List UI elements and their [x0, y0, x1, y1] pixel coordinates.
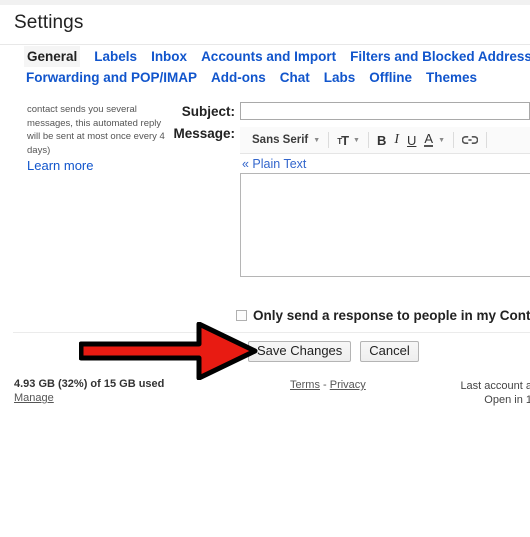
text-color-dropdown[interactable]: A ▼ [420, 130, 449, 150]
font-family-value: Sans Serif [252, 134, 309, 146]
vacation-responder-form: Subject: Message: Sans Serif ▼ TT ▼ B I … [167, 102, 530, 277]
contacts-only-label: Only send a response to people in my Con… [253, 308, 530, 323]
font-family-dropdown[interactable]: Sans Serif ▼ [248, 130, 324, 150]
bold-icon: B [376, 132, 387, 148]
subject-row: Subject: [167, 102, 530, 124]
italic-icon: I [394, 132, 400, 147]
last-account-line-2: Open in 1 [484, 394, 530, 406]
message-editor: Sans Serif ▼ TT ▼ B I U A ▼ « Plain Text [240, 127, 530, 277]
privacy-link[interactable]: Privacy [330, 379, 366, 391]
tab-labels[interactable]: Labels [94, 46, 137, 67]
toolbar-divider [367, 132, 369, 148]
page-title: Settings [14, 12, 84, 33]
contacts-only-row: Only send a response to people in my Con… [236, 308, 530, 323]
form-actions: Save Changes Cancel [248, 341, 419, 362]
terms-link[interactable]: Terms [290, 379, 320, 391]
italic-button[interactable]: I [390, 130, 403, 150]
editor-toolbar: Sans Serif ▼ TT ▼ B I U A ▼ [240, 127, 530, 154]
page-header: Settings [0, 5, 530, 45]
tabs-row-2: Forwarding and POP/IMAP Add-ons Chat Labs Of… [13, 67, 530, 88]
insert-link-button[interactable] [458, 130, 482, 150]
form-divider [13, 332, 530, 333]
tab-labs[interactable]: Labs [324, 67, 356, 88]
message-label: Message: [173, 126, 235, 141]
toolbar-divider [453, 132, 455, 148]
manage-storage-link[interactable]: Manage [14, 391, 54, 405]
tabs-row-1: General Labels Inbox Accounts and Import Fil… [13, 46, 530, 67]
tab-themes[interactable]: Themes [426, 67, 477, 88]
side-note-text: contact sends you several messages, this… [27, 104, 165, 156]
tab-chat[interactable]: Chat [280, 67, 310, 88]
tab-accounts-and-import[interactable]: Accounts and Import [201, 46, 336, 67]
tab-inbox[interactable]: Inbox [151, 46, 187, 67]
cancel-button[interactable]: Cancel [360, 341, 419, 362]
subject-input[interactable] [240, 102, 530, 120]
tab-offline[interactable]: Offline [369, 67, 412, 88]
legal-separator: - [319, 379, 330, 391]
page-footer: 4.93 GB (32%) of 15 GB used Manage Terms… [0, 377, 530, 417]
last-account-line-1: Last account a [460, 380, 530, 392]
underline-button[interactable]: U [403, 130, 420, 150]
tab-add-ons[interactable]: Add-ons [211, 67, 266, 88]
legal-links: Terms - Privacy [290, 379, 366, 391]
bold-button[interactable]: B [373, 130, 390, 150]
toolbar-divider [486, 132, 488, 148]
font-size-dropdown[interactable]: TT ▼ [333, 130, 364, 150]
toolbar-divider [328, 132, 330, 148]
tab-filters-and-blocked-addresses[interactable]: Filters and Blocked Addresses [350, 46, 530, 67]
storage-info: 4.93 GB (32%) of 15 GB used Manage [14, 377, 164, 405]
save-changes-button[interactable]: Save Changes [248, 341, 352, 362]
text-color-icon: A [424, 131, 434, 147]
vacation-responder-description: contact sends you several messages, this… [27, 103, 165, 174]
tab-forwarding-and-pop-imap[interactable]: Forwarding and POP/IMAP [26, 67, 197, 88]
plain-text-link[interactable]: « Plain Text [240, 154, 530, 173]
message-body-input[interactable] [240, 173, 530, 277]
underline-icon: U [407, 132, 417, 148]
storage-used-text: 4.93 GB (32%) of 15 GB used [14, 378, 165, 390]
tab-general[interactable]: General [24, 46, 81, 67]
chevron-down-icon: ▼ [313, 136, 321, 144]
link-icon [462, 136, 479, 144]
chevron-down-icon: ▼ [438, 136, 446, 144]
last-account-activity: Last account a Open in 1 [460, 379, 530, 407]
contacts-only-checkbox[interactable] [236, 310, 247, 321]
chevron-down-icon: ▼ [353, 136, 360, 144]
settings-tabs: General Labels Inbox Accounts and Import Fil… [13, 46, 530, 88]
font-size-icon: TT [337, 132, 349, 148]
subject-label: Subject: [181, 104, 235, 119]
learn-more-link[interactable]: Learn more [27, 158, 165, 174]
